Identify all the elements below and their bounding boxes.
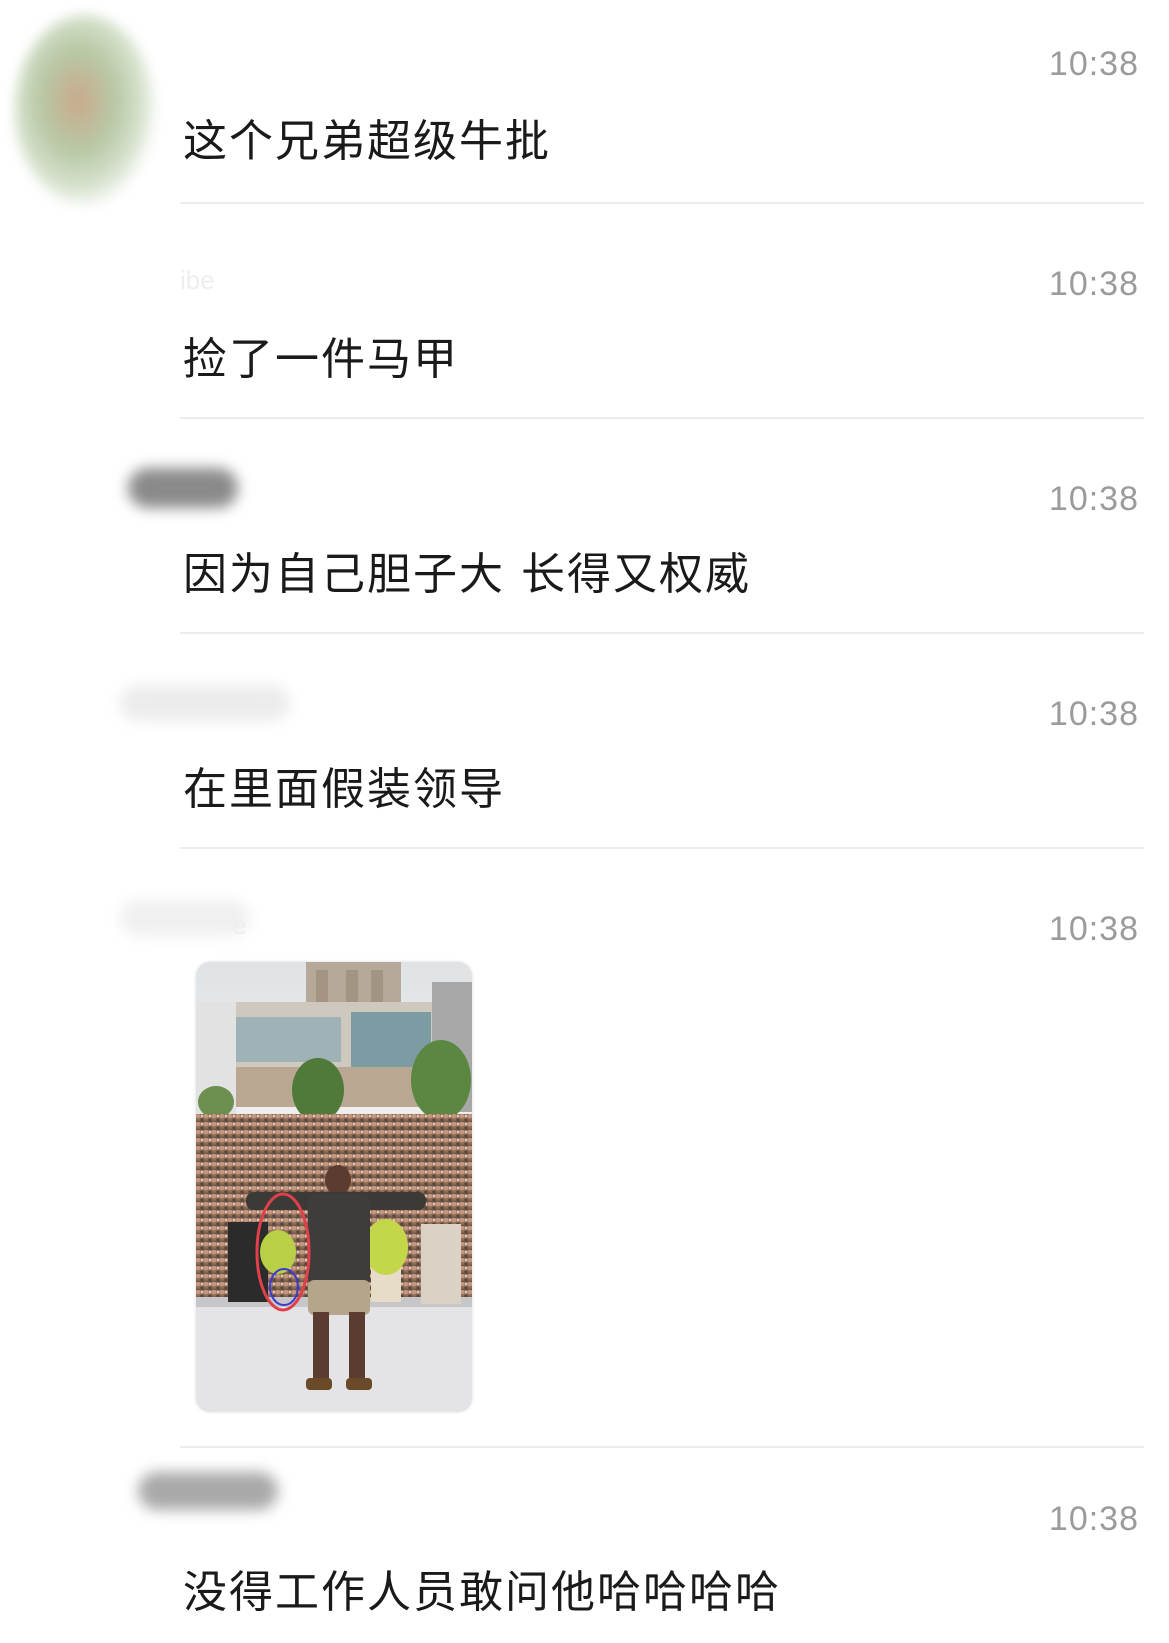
sender-name: e (232, 910, 247, 940)
chat-message[interactable]: 10:38 没得工作人员敢问他哈哈哈哈 (0, 1450, 1169, 1643)
message-text: 没得工作人员敢问他哈哈哈哈 (183, 1567, 781, 1618)
message-timestamp: 10:38 (1048, 695, 1139, 733)
sender-name-blurred (120, 685, 290, 721)
message-timestamp: 10:38 (1048, 910, 1139, 948)
message-divider (180, 632, 1144, 634)
message-timestamp: 10:38 (1048, 1500, 1139, 1538)
avatar[interactable] (15, 15, 155, 205)
message-text: 捡了一件马甲 (183, 334, 459, 385)
message-divider (180, 847, 1144, 849)
chat-message[interactable]: 10:38 因为自己胆子大 长得又权威 (0, 420, 1169, 635)
message-timestamp: 10:38 (1048, 265, 1139, 303)
sender-name-blurred (138, 1472, 278, 1510)
message-divider (180, 1446, 1144, 1448)
sender-name: ibe (180, 265, 215, 295)
message-divider (180, 202, 1144, 204)
message-text: 在里面假装领导 (183, 764, 505, 815)
chat-message[interactable]: 10:38 这个兄弟超级牛批 (0, 0, 1169, 205)
sender-name-blurred (120, 900, 250, 936)
message-text: 这个兄弟超级牛批 (183, 116, 551, 167)
message-timestamp: 10:38 (1048, 45, 1139, 83)
sender-name-blurred (128, 468, 238, 508)
chat-message[interactable]: 10:38 在里面假装领导 (0, 635, 1169, 850)
message-divider (180, 417, 1144, 419)
crowd-photo (196, 962, 472, 1412)
chat-message-list: 10:38 这个兄弟超级牛批 ibe 10:38 捡了一件马甲 10:38 因为… (0, 0, 1169, 1643)
message-text: 因为自己胆子大 长得又权威 (183, 549, 751, 600)
message-timestamp: 10:38 (1048, 480, 1139, 518)
chat-message[interactable]: ibe 10:38 捡了一件马甲 (0, 205, 1169, 420)
chat-message[interactable]: e 10:38 (0, 850, 1169, 1450)
message-image[interactable] (196, 962, 472, 1412)
